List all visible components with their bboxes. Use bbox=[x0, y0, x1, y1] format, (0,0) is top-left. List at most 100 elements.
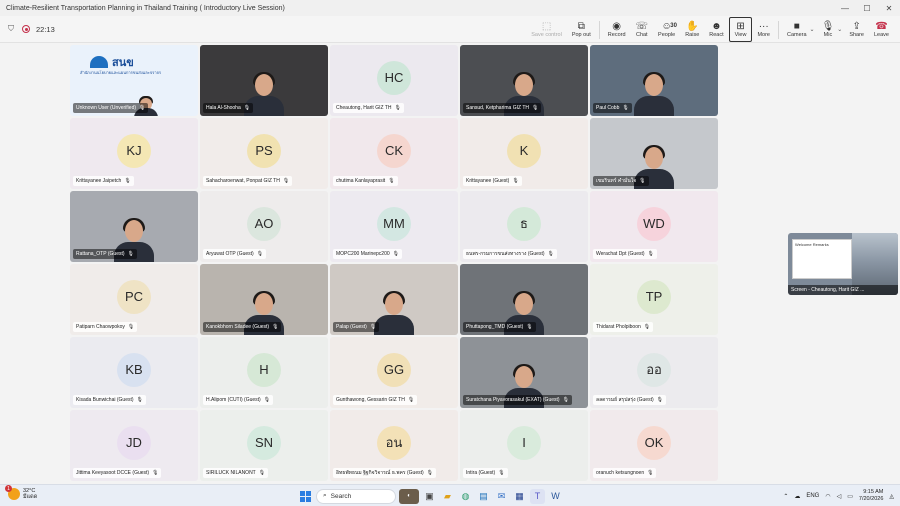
toolbar-button-label: View bbox=[734, 32, 747, 38]
store-icon[interactable]: ▤ bbox=[476, 489, 491, 504]
participant-tile[interactable]: I Intira (Guest) 🎙 bbox=[460, 410, 588, 481]
participant-tile[interactable]: Palap (Guest) 🎙 bbox=[330, 264, 458, 335]
participant-tile[interactable]: Kanokbhorn Siladee (Guest) 🎙 bbox=[200, 264, 328, 335]
mic-muted-icon: 🎙 bbox=[152, 470, 159, 476]
participant-name-text: Kanokbhorn Siladee (Guest) bbox=[206, 324, 270, 330]
participant-name-text: Thidarat Pholpiboon bbox=[596, 324, 641, 330]
weather-desc: มีแดด bbox=[23, 494, 38, 500]
mic-muted-icon: 🎙 bbox=[526, 324, 533, 330]
participant-name: Unknown User (Unverified) 🎙 bbox=[73, 103, 149, 113]
wifi-icon[interactable]: ◠ bbox=[825, 493, 830, 500]
participant-tile[interactable]: อน อิทธพัทธนม ฐิฐกิจวิจารณ์ ธ.พคร (Guest)… bbox=[330, 410, 458, 481]
participant-tile[interactable]: Sansud, Ketpharima GIZ TH 🎙 bbox=[460, 45, 588, 116]
participant-tile[interactable]: OK oranuch ketsungnoen 🎙 bbox=[590, 410, 718, 481]
raise-button[interactable]: ✋ Raise bbox=[680, 17, 704, 42]
outlook-icon[interactable]: ✉ bbox=[494, 489, 509, 504]
participant-name: H.Alipom (CUTI) (Guest) 🎙 bbox=[203, 395, 274, 405]
language-indicator[interactable]: ENG bbox=[806, 493, 819, 499]
participant-tile[interactable]: WD Werachat Dpt (Guest) 🎙 bbox=[590, 191, 718, 262]
react-button[interactable]: ☻ React bbox=[704, 17, 728, 42]
participant-tile[interactable]: ออ ลลดารมย์ สรุปสรุ่ง (Guest) 🎙 bbox=[590, 337, 718, 408]
participant-tile[interactable]: K Krittayanee (Guest) 🎙 bbox=[460, 118, 588, 189]
view-button[interactable]: ⊞ View bbox=[728, 17, 753, 42]
chevron-down-icon[interactable]: ⌄ bbox=[810, 26, 815, 33]
pop-out-button[interactable]: ⧉ Pop out bbox=[567, 17, 596, 42]
participant-tile[interactable]: MM MOPC200 Marinepc200 🎙 bbox=[330, 191, 458, 262]
widget-image-icon[interactable]: ◐ bbox=[399, 488, 419, 504]
toolbar-button-label: Chat bbox=[635, 32, 648, 38]
mic-muted-icon: 🎙 bbox=[243, 105, 251, 111]
participant-tile[interactable]: AO Aryuwat OTP (Guest) 🎙 bbox=[200, 191, 328, 262]
toolbar-button-label: Record bbox=[607, 32, 626, 38]
battery-icon[interactable]: ▭ bbox=[847, 493, 853, 500]
cloud-icon[interactable]: ☁ bbox=[794, 493, 800, 500]
minimize-button[interactable]: — bbox=[834, 0, 856, 16]
file-explorer-icon[interactable]: ▰ bbox=[440, 489, 455, 504]
participant-name-text: Intira (Guest) bbox=[466, 470, 496, 476]
record-button[interactable]: ◉ Record bbox=[603, 17, 631, 42]
participant-tile[interactable]: ธธนพร-กรมการขนส่งทางราง (Guest) 🎙 bbox=[460, 191, 588, 262]
participant-tile[interactable]: PC Patiparn Chaowpokoy 🎙 bbox=[70, 264, 198, 335]
save-control-button[interactable]: ⬚ Save control bbox=[526, 17, 567, 42]
participant-name-text: SIRILUCK NILANONT bbox=[206, 470, 256, 476]
chevron-down-icon[interactable]: ⌄ bbox=[837, 26, 842, 33]
task-view-icon[interactable]: ▣ bbox=[422, 489, 437, 504]
participant-name-text: Gunthawong, Gessarin GIZ TH bbox=[336, 397, 405, 403]
participant-tile[interactable]: GG Gunthawong, Gessarin GIZ TH 🎙 bbox=[330, 337, 458, 408]
taskbar-search[interactable]: ⌕ Search bbox=[316, 488, 396, 504]
more-button[interactable]: ··· More bbox=[752, 17, 775, 42]
participant-tile[interactable]: สนข สำนักงานนโยบายและแผนการขนส่งและจราจร U… bbox=[70, 45, 198, 116]
chevron-up-icon[interactable]: ⌃ bbox=[783, 493, 788, 500]
word-icon[interactable]: W bbox=[548, 489, 563, 504]
shield-icon[interactable]: ⛉ bbox=[6, 24, 16, 34]
participant-tile[interactable]: PS Sahacharoenwat, Ponpat GIZ TH 🎙 bbox=[200, 118, 328, 189]
volume-icon[interactable]: ◁ bbox=[837, 493, 842, 500]
start-button[interactable] bbox=[298, 489, 313, 504]
mic-muted-icon: 🎙 bbox=[139, 105, 146, 111]
participant-name-text: Unknown User (Unverified) bbox=[76, 105, 137, 111]
edge-browser-icon[interactable]: ◍ bbox=[458, 489, 473, 504]
participant-tile[interactable]: Rattana_OTP (Guest) 🎙 bbox=[70, 191, 198, 262]
participant-tile[interactable]: เขมรินทร์ คำมั่นใจ 🎙 bbox=[590, 118, 718, 189]
participant-tile[interactable]: JD Jittima Keeyasoot DCCE (Guest) 🎙 bbox=[70, 410, 198, 481]
participant-tile[interactable]: H H.Alipom (CUTI) (Guest) 🎙 bbox=[200, 337, 328, 408]
share-button[interactable]: ⇪ Share bbox=[844, 17, 869, 42]
weather-widget[interactable]: 1 32°C มีแดด bbox=[5, 485, 38, 500]
participant-name-text: Kisada Bunwichai (Guest) bbox=[76, 397, 134, 403]
participant-name: เขมรินทร์ คำมั่นใจ 🎙 bbox=[593, 176, 649, 186]
bell-icon[interactable]: ◬ bbox=[889, 493, 894, 500]
participant-avatar: GG bbox=[377, 352, 411, 387]
teams-icon[interactable]: T bbox=[530, 488, 545, 504]
participant-tile[interactable]: TP Thidarat Pholpiboon 🎙 bbox=[590, 264, 718, 335]
mic-button[interactable]: 🎙 Mic bbox=[817, 17, 840, 42]
participant-avatar: MM bbox=[377, 206, 411, 241]
participant-tile[interactable]: HC Cheautong, Harit GIZ TH 🎙 bbox=[330, 45, 458, 116]
participant-tile[interactable]: KB Kisada Bunwichai (Guest) 🎙 bbox=[70, 337, 198, 408]
participant-tile[interactable]: Paul Cobb 🎙 bbox=[590, 45, 718, 116]
participant-tile[interactable]: CK chutima Kanlayaprasit 🎙 bbox=[330, 118, 458, 189]
chat-icon: ☏ bbox=[635, 21, 649, 32]
mic-muted-icon: 🎙 bbox=[282, 178, 290, 184]
participant-tile[interactable]: Hala Al-Shooha 🎙 bbox=[200, 45, 328, 116]
maximize-button[interactable]: ☐ bbox=[856, 0, 878, 16]
people-button[interactable]: ☺ 30 People bbox=[653, 17, 680, 42]
participant-name: Gunthawong, Gessarin GIZ TH 🎙 bbox=[333, 395, 418, 405]
screen-share-tile[interactable]: Welcome Remarks Screen - Cheautong, Hari… bbox=[788, 233, 898, 295]
participant-tile[interactable]: Phuttapong_TMD (Guest) 🎙 bbox=[460, 264, 588, 335]
raise-hand-icon: ✋ bbox=[685, 21, 699, 32]
mic-muted-icon: 🎙 bbox=[547, 251, 554, 257]
participant-name-text: Patiparn Chaowpokoy bbox=[76, 324, 125, 330]
participant-tile[interactable]: SN SIRILUCK NILANONT 🎙 bbox=[200, 410, 328, 481]
leave-button[interactable]: ☎ Leave bbox=[869, 17, 894, 42]
participant-name: Patiparn Chaowpokoy 🎙 bbox=[73, 322, 138, 332]
participant-tile[interactable]: Suratchana Piyavorasakul (EXAT) (Guest) 🎙 bbox=[460, 337, 588, 408]
meeting-stage: สนข สำนักงานนโยบายและแผนการขนส่งและจราจร U… bbox=[0, 44, 900, 484]
participant-tile[interactable]: KJ Krittayanee Jaipetch 🎙 bbox=[70, 118, 198, 189]
clock-time: 9:15 AM bbox=[863, 489, 884, 495]
chat-button[interactable]: ☏ Chat bbox=[631, 17, 654, 42]
app-icon[interactable]: ▦ bbox=[512, 489, 527, 504]
camera-button[interactable]: ■ Camera bbox=[782, 17, 812, 42]
clock[interactable]: 9:15 AM 7/20/2026 bbox=[859, 489, 883, 503]
clock-date: 7/20/2026 bbox=[858, 496, 884, 502]
close-button[interactable]: ✕ bbox=[878, 0, 900, 16]
